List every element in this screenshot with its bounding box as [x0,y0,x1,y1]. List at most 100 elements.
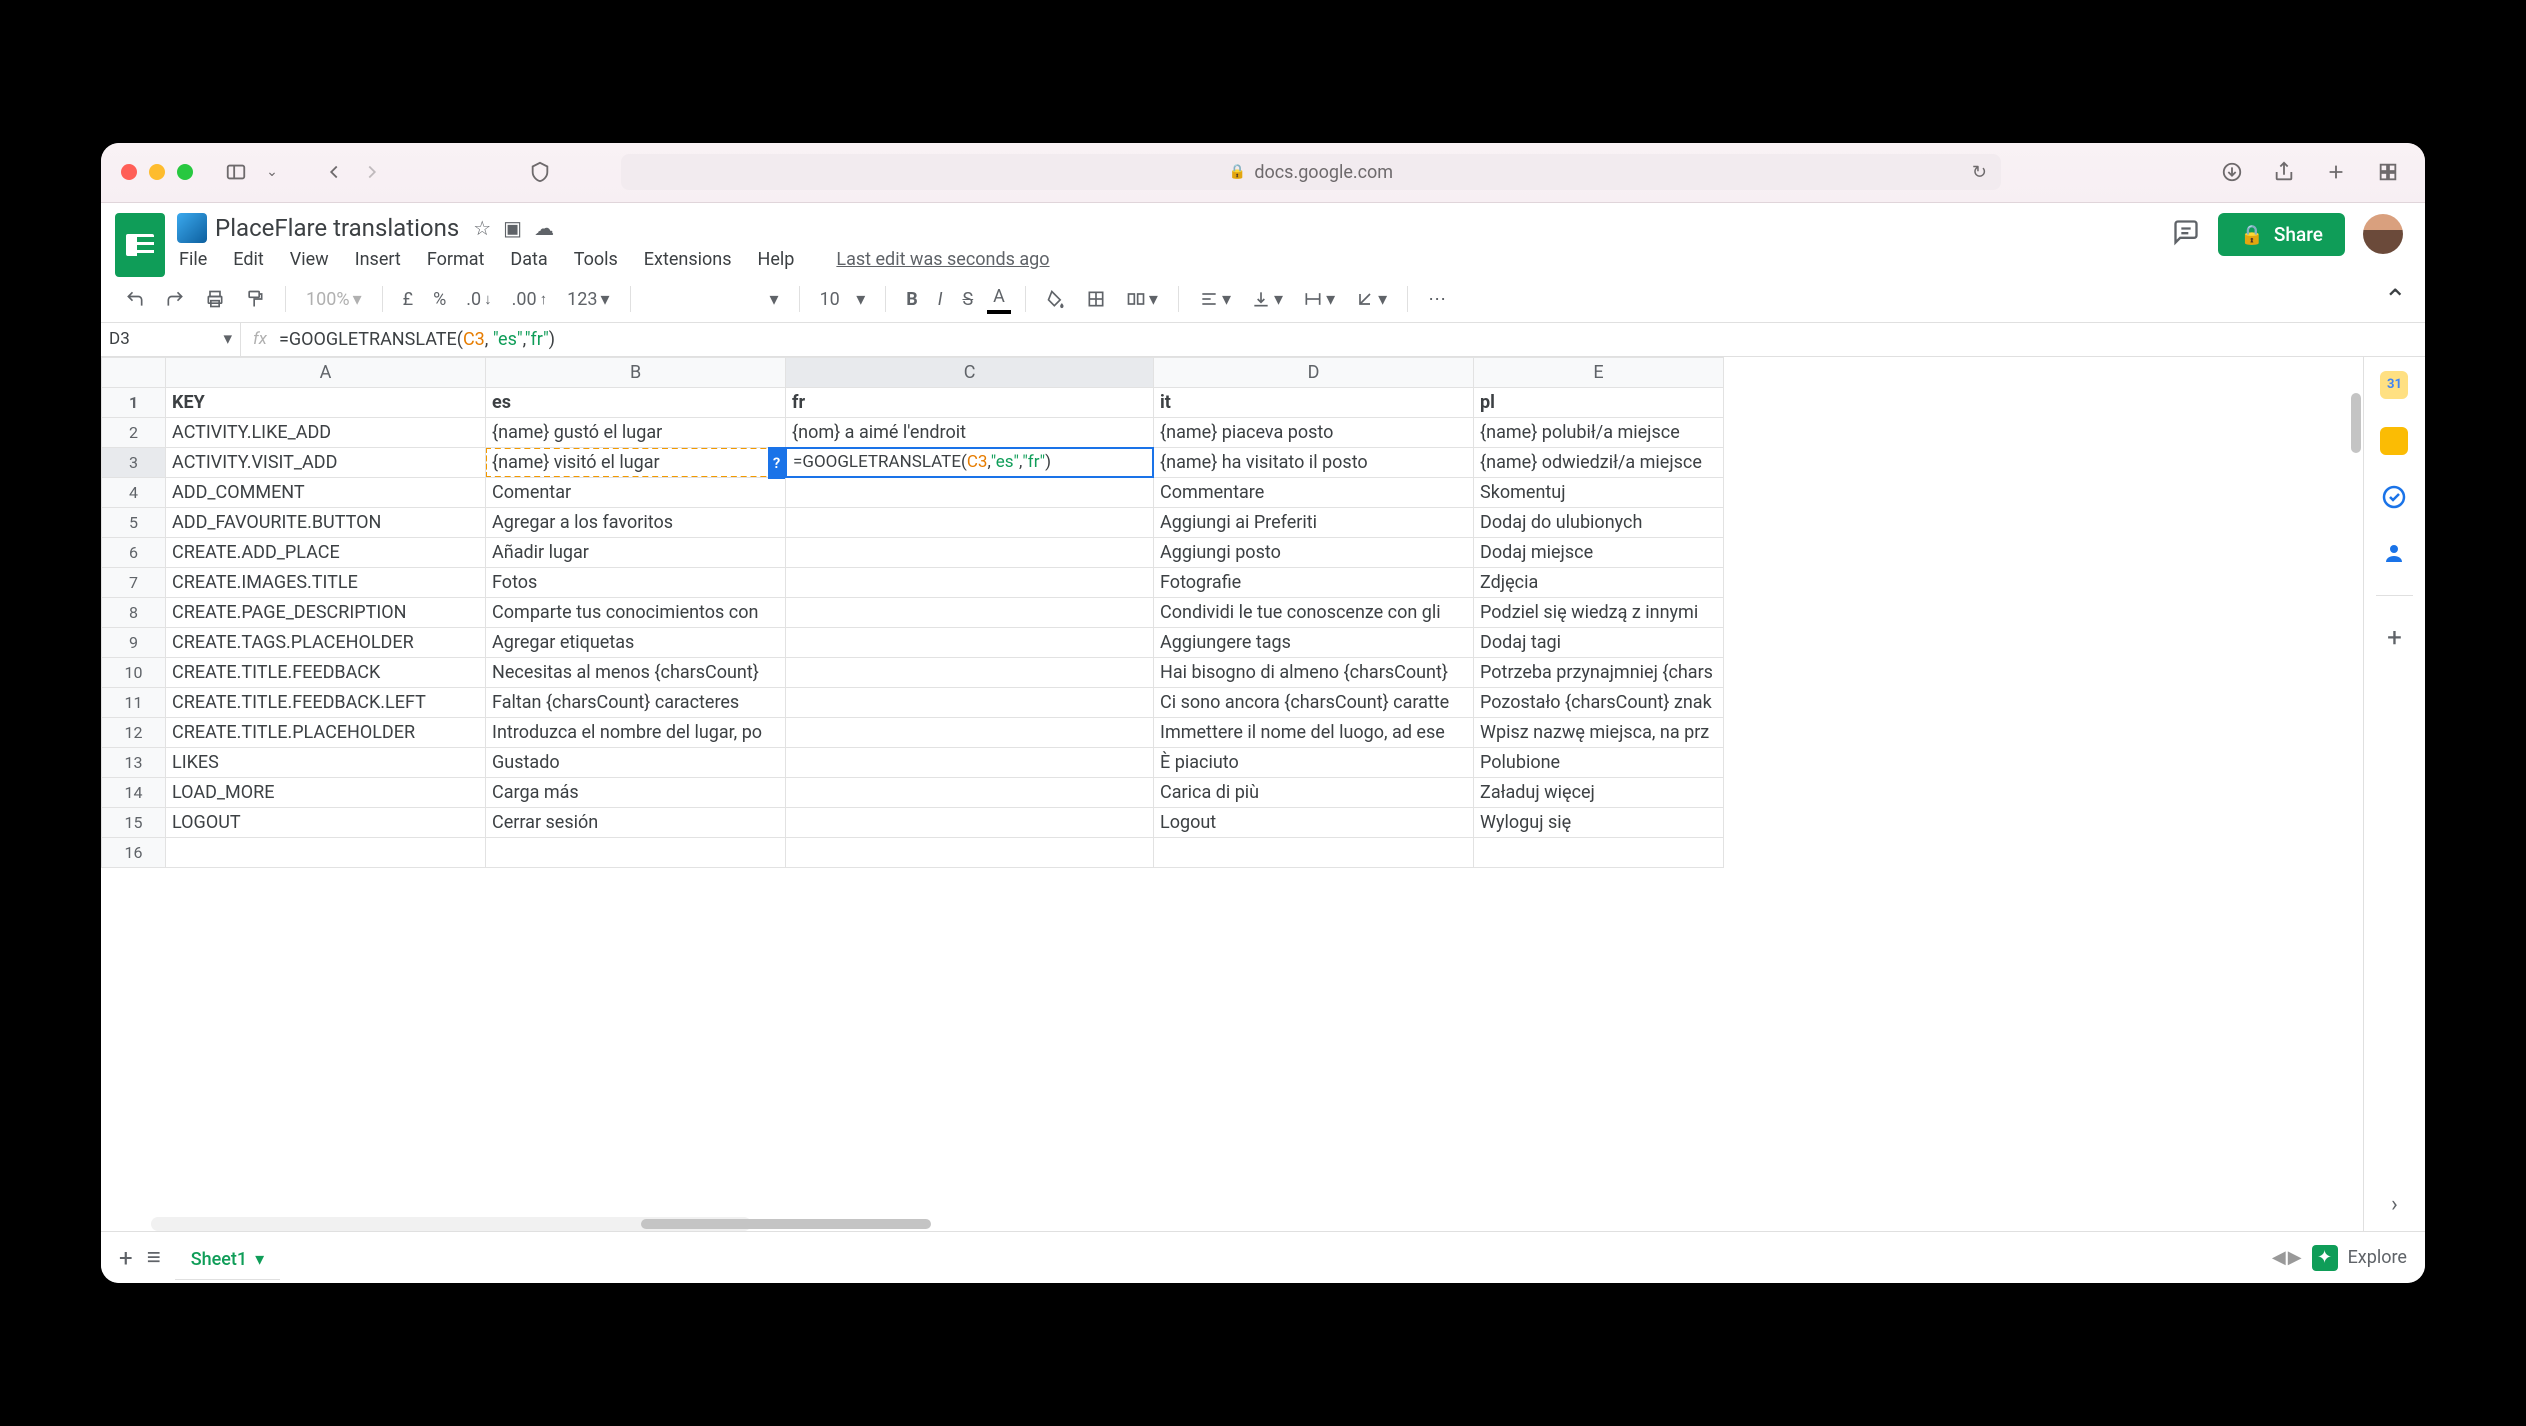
collapse-toolbar-icon[interactable]: ⌃ [2383,283,2406,316]
cell[interactable]: ACTIVITY.VISIT_ADD [166,447,486,477]
star-icon[interactable]: ☆ [473,216,491,240]
address-bar[interactable]: 🔒 docs.google.com ↻ [621,154,2001,190]
cell[interactable] [786,807,1154,837]
menu-help[interactable]: Help [756,245,797,274]
cell[interactable] [786,777,1154,807]
cell[interactable] [786,567,1154,597]
sidebar-dropdown-icon[interactable]: ⌄ [255,155,289,189]
cell[interactable]: {nom} a aimé l'endroit [786,417,1154,447]
tasks-icon[interactable] [2380,483,2408,511]
cell[interactable]: Comparte tus conocimientos con [486,597,786,627]
cell[interactable]: Potrzeba przynajmniej {chars [1474,657,1724,687]
forward-button[interactable] [355,155,389,189]
cell[interactable]: Commentare [1154,477,1474,507]
cell[interactable]: Cerrar sesión [486,807,786,837]
cell[interactable]: LOAD_MORE [166,777,486,807]
share-button[interactable]: 🔒 Share [2218,213,2345,256]
row-header[interactable]: 9 [102,627,166,657]
text-rotation-button[interactable]: ▾ [1349,285,1393,314]
cloud-status-icon[interactable]: ☁ [534,216,554,240]
explore-label[interactable]: Explore [2348,1247,2407,1268]
menu-insert[interactable]: Insert [353,245,403,274]
cell[interactable]: Dodaj do ulubionych [1474,507,1724,537]
cell[interactable]: Dodaj miejsce [1474,537,1724,567]
strikethrough-button[interactable]: S [956,285,979,314]
cell[interactable]: ADD_FAVOURITE.BUTTON [166,507,486,537]
cell[interactable]: Carica di più [1154,777,1474,807]
tab-nav-left-icon[interactable]: ◀ [2272,1247,2286,1268]
cell[interactable]: ADD_COMMENT [166,477,486,507]
cell[interactable]: Podziel się wiedzą z innymi [1474,597,1724,627]
fullscreen-window-button[interactable] [177,164,193,180]
move-folder-icon[interactable]: ▣ [503,216,522,240]
fill-color-button[interactable] [1040,285,1072,313]
active-cell[interactable]: ? =GOOGLETRANSLATE(C3, "es","fr") [786,447,1154,477]
cell[interactable] [1154,837,1474,867]
menu-data[interactable]: Data [508,245,549,274]
keep-icon[interactable] [2380,427,2408,455]
h-align-button[interactable]: ▾ [1193,285,1237,314]
cell[interactable]: CREATE.TITLE.PLACEHOLDER [166,717,486,747]
cell[interactable] [786,837,1154,867]
cell[interactable]: Fotografie [1154,567,1474,597]
downloads-icon[interactable] [2215,155,2249,189]
row-header[interactable]: 8 [102,597,166,627]
cell[interactable]: Aggiungi ai Preferiti [1154,507,1474,537]
print-button[interactable] [199,285,231,313]
formula-help-icon[interactable]: ? [768,447,785,479]
col-header-A[interactable]: A [166,357,486,387]
cell[interactable]: Dodaj tagi [1474,627,1724,657]
row-header[interactable]: 11 [102,687,166,717]
cell[interactable] [786,627,1154,657]
explore-icon[interactable]: ✦ [2312,1245,2338,1271]
cell[interactable] [786,657,1154,687]
row-header[interactable]: 10 [102,657,166,687]
row-header[interactable]: 3 [102,447,166,477]
add-sheet-button[interactable]: + [119,1244,133,1272]
cell[interactable]: CREATE.TITLE.FEEDBACK.LEFT [166,687,486,717]
row-header[interactable]: 1 [102,387,166,417]
redo-button[interactable] [159,285,191,313]
cell[interactable]: Introduzca el nombre del lugar, po [486,717,786,747]
close-window-button[interactable] [121,164,137,180]
menu-tools[interactable]: Tools [572,245,620,274]
cell[interactable]: {name} ha visitato il posto [1154,447,1474,477]
number-format-dropdown[interactable]: 123 ▾ [561,285,615,314]
sheet-tab-menu-icon[interactable]: ▾ [255,1249,264,1270]
cell[interactable]: Agregar a los favoritos [486,507,786,537]
cell[interactable]: Zdjęcia [1474,567,1724,597]
spreadsheet-grid[interactable]: A B C D E 1 KEY es fr it pl2 ACTIVITY.LI… [101,357,2363,1232]
cell[interactable]: CREATE.TITLE.FEEDBACK [166,657,486,687]
reload-icon[interactable]: ↻ [1972,162,1987,183]
row-header[interactable]: 2 [102,417,166,447]
row-header[interactable]: 14 [102,777,166,807]
cell[interactable]: Gustado [486,747,786,777]
cell[interactable]: es [486,387,786,417]
row-header[interactable]: 15 [102,807,166,837]
row-header[interactable]: 13 [102,747,166,777]
sheets-logo-icon[interactable] [115,213,165,277]
col-header-E[interactable]: E [1474,357,1724,387]
tab-nav-right-icon[interactable]: ▶ [2288,1247,2302,1268]
minimize-window-button[interactable] [149,164,165,180]
account-avatar[interactable] [2363,214,2403,254]
col-header-D[interactable]: D [1154,357,1474,387]
cell[interactable]: Aggiungi posto [1154,537,1474,567]
cell[interactable]: CREATE.TAGS.PLACEHOLDER [166,627,486,657]
cell[interactable]: it [1154,387,1474,417]
cell[interactable]: fr [786,387,1154,417]
cell[interactable]: LIKES [166,747,486,777]
cell[interactable]: {name} visitó el lugar [486,447,786,477]
text-color-button[interactable]: A [987,284,1011,314]
cell[interactable] [166,837,486,867]
cell[interactable]: Añadir lugar [486,537,786,567]
increase-decimal-button[interactable]: .00↑ [506,285,553,314]
text-wrap-button[interactable]: ▾ [1297,285,1341,314]
cell[interactable] [786,717,1154,747]
comments-icon[interactable] [2172,218,2200,250]
last-edit-link[interactable]: Last edit was seconds ago [836,249,1049,270]
cell[interactable]: Wyloguj się [1474,807,1724,837]
cell[interactable]: Carga más [486,777,786,807]
zoom-dropdown[interactable]: 100% ▾ [300,285,368,314]
paint-format-button[interactable] [239,285,271,313]
